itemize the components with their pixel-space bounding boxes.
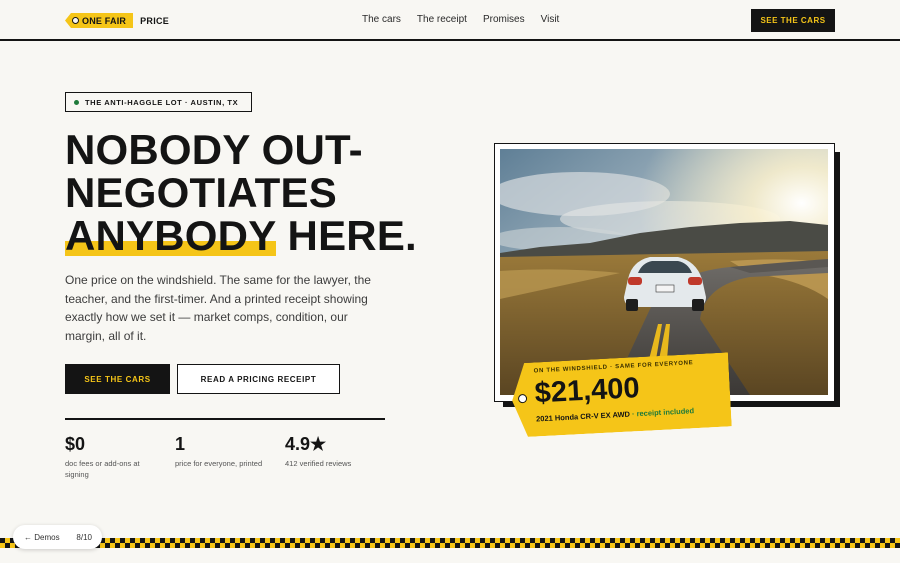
stat-label: price for everyone, printed [175,459,263,468]
price-tag-price: $21,400 [533,372,641,410]
nav-link-visit[interactable]: Visit [541,14,560,25]
demos-back-link[interactable]: ← Demos [24,533,60,542]
logo-word: PRICE [140,15,170,26]
stat-doc-fees: $0 doc fees or add-ons at signing [65,434,165,480]
stat-label: 412 verified reviews [285,459,352,468]
stat-label: doc fees or add-ons at signing [65,459,140,479]
headline-line-3: ANYBODY HERE. [65,212,485,259]
headline-line-3-rest: HERE. [275,212,417,259]
hero-headline: NOBODY OUT- NEGOTIATES ANYBODY HERE. [65,126,485,259]
nav-link-receipt[interactable]: The receipt [417,14,467,25]
nav-link-promises[interactable]: Promises [483,14,525,25]
stats-divider [65,418,385,420]
see-cars-button[interactable]: SEE THE CARS [65,364,170,394]
headline-line-2: NEGOTIATES [65,169,337,216]
logo-tag-text: ONE FAIR [82,15,127,26]
demo-navigator: ← Demos 8/10 [13,525,102,549]
stat-value: $0 [65,434,86,454]
nav-link-cars[interactable]: The cars [362,14,401,25]
read-receipt-button[interactable]: READ A PRICING RECEIPT [177,364,340,394]
logo-price-tag: ONE FAIR [65,13,134,28]
headline-line-1: NOBODY OUT- [65,126,363,173]
tag-hole-icon [72,17,79,24]
hero-lede: One price on the windshield. The same fo… [65,273,371,343]
checkered-footer-stripe [0,538,900,548]
nav-see-cars-button[interactable]: SEE THE CARS [751,9,835,32]
location-badge: THE ANTI-HAGGLE LOT · AUSTIN, TX [65,92,252,112]
status-dot-icon [74,99,79,105]
top-nav: ONE FAIR PRICE The cars The receipt Prom… [0,0,900,41]
windshield-price-tag: ON THE WINDSHIELD · SAME FOR EVERYONE $2… [510,352,732,437]
stat-value: 4.9★ [285,434,327,454]
stat-reviews: 4.9★ 412 verified reviews [285,434,385,469]
nav-links: The cars The receipt Promises Visit [362,14,575,25]
demo-page-counter: 8/10 [76,532,92,542]
stat-one-price: 1 price for everyone, printed [175,434,280,469]
brand-logo[interactable]: ONE FAIR PRICE [65,13,169,28]
headline-highlight: ANYBODY [65,212,276,259]
stat-value: 1 [175,434,186,454]
badge-text: THE ANTI-HAGGLE LOT · AUSTIN, TX [85,97,239,107]
